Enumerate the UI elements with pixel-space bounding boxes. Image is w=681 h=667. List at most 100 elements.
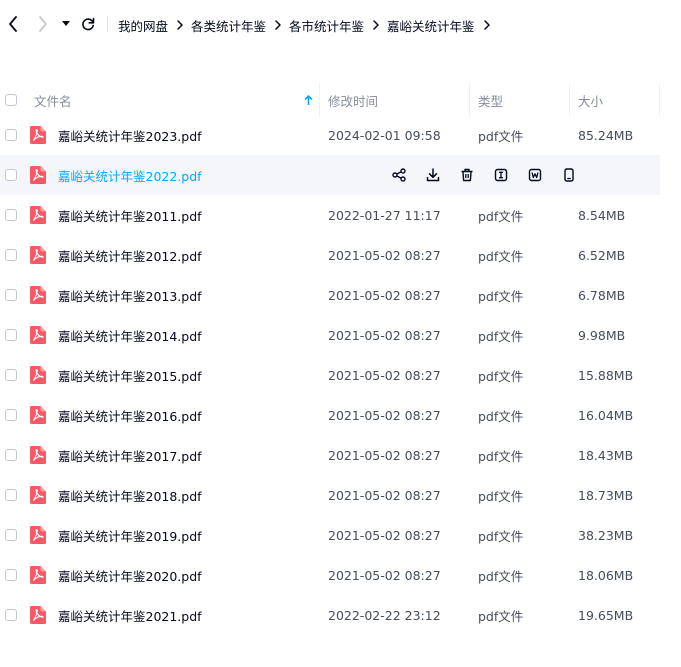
file-row[interactable]: 嘉峪关统计年鉴2011.pdf 2022-01-27 11:17 pdf文件 8.54… <box>0 195 660 235</box>
file-modified-time: 2021-05-02 08:27 <box>328 487 441 503</box>
file-size: 9.98MB <box>578 327 626 343</box>
row-checkbox[interactable] <box>5 395 17 435</box>
row-actions <box>391 155 595 195</box>
file-row[interactable]: 嘉峪关统计年鉴2023.pdf 2024-02-01 09:58 pdf文件 85.2… <box>0 115 660 155</box>
breadcrumb-item[interactable]: 各类统计年鉴 <box>191 16 266 35</box>
file-name[interactable]: 嘉峪关统计年鉴2017.pdf <box>58 435 202 475</box>
chevron-right-icon <box>39 16 47 32</box>
back-button[interactable] <box>6 14 20 34</box>
file-row[interactable]: 嘉峪关统计年鉴2014.pdf 2021-05-02 08:27 pdf文件 9.98… <box>0 315 660 355</box>
file-type: pdf文件 <box>478 448 524 464</box>
file-name[interactable]: 嘉峪关统计年鉴2011.pdf <box>58 195 202 235</box>
chevron-right-icon <box>483 20 490 30</box>
breadcrumb-item[interactable]: 各市统计年鉴 <box>289 16 364 35</box>
file-name[interactable]: 嘉峪关统计年鉴2018.pdf <box>58 475 202 515</box>
column-header-name[interactable]: 文件名 <box>34 84 72 116</box>
file-row[interactable]: 嘉峪关统计年鉴2022.pdf <box>0 155 660 195</box>
row-checkbox[interactable] <box>5 595 17 635</box>
select-all-checkbox[interactable] <box>5 84 17 116</box>
file-size: 18.73MB <box>578 487 634 503</box>
file-name[interactable]: 嘉峪关统计年鉴2016.pdf <box>58 395 202 435</box>
rename-icon[interactable] <box>493 167 509 183</box>
file-row[interactable]: 嘉峪关统计年鉴2020.pdf 2021-05-02 08:27 pdf文件 18.0… <box>0 555 660 595</box>
file-row[interactable]: 嘉峪关统计年鉴2018.pdf 2021-05-02 08:27 pdf文件 18.7… <box>0 475 660 515</box>
pdf-file-icon <box>30 115 46 155</box>
row-checkbox[interactable] <box>5 195 17 235</box>
pdf-file-icon <box>30 595 46 635</box>
chevron-left-icon <box>9 16 17 32</box>
row-checkbox[interactable] <box>5 235 17 275</box>
delete-icon[interactable] <box>459 167 475 183</box>
refresh-button[interactable] <box>80 14 96 34</box>
file-name[interactable]: 嘉峪关统计年鉴2023.pdf <box>58 115 202 155</box>
file-type: pdf文件 <box>478 328 524 344</box>
file-modified-time: 2021-05-02 08:27 <box>328 367 441 383</box>
breadcrumb-item[interactable]: 我的网盘 <box>118 16 168 35</box>
word-convert-icon[interactable] <box>527 167 543 183</box>
column-divider[interactable] <box>319 84 320 116</box>
column-header-size[interactable]: 大小 <box>578 84 603 116</box>
file-type: pdf文件 <box>478 528 524 544</box>
top-bar: 我的网盘 各类统计年鉴 各市统计年鉴 嘉峪关统计年鉴 <box>0 0 681 48</box>
refresh-icon <box>82 17 95 31</box>
file-name[interactable]: 嘉峪关统计年鉴2012.pdf <box>58 235 202 275</box>
file-type: pdf文件 <box>478 488 524 504</box>
row-checkbox[interactable] <box>5 435 17 475</box>
column-header-type[interactable]: 类型 <box>478 84 503 116</box>
file-modified-time: 2021-05-02 08:27 <box>328 247 441 263</box>
file-name[interactable]: 嘉峪关统计年鉴2014.pdf <box>58 315 202 355</box>
row-checkbox[interactable] <box>5 115 17 155</box>
file-name[interactable]: 嘉峪关统计年鉴2019.pdf <box>58 515 202 555</box>
file-name[interactable]: 嘉峪关统计年鉴2022.pdf <box>58 155 202 195</box>
row-checkbox[interactable] <box>5 155 17 195</box>
sort-ascending-icon[interactable] <box>304 84 313 116</box>
pdf-file-icon <box>30 435 46 475</box>
pdf-file-icon <box>30 155 46 195</box>
file-name[interactable]: 嘉峪关统计年鉴2020.pdf <box>58 555 202 595</box>
file-row[interactable]: 嘉峪关统计年鉴2016.pdf 2021-05-02 08:27 pdf文件 16.0… <box>0 395 660 435</box>
toolbar-divider <box>107 16 108 32</box>
file-row[interactable]: 嘉峪关统计年鉴2021.pdf 2022-02-22 23:12 pdf文件 19.6… <box>0 595 660 635</box>
row-checkbox[interactable] <box>5 475 17 515</box>
file-row[interactable]: 嘉峪关统计年鉴2015.pdf 2021-05-02 08:27 pdf文件 15.8… <box>0 355 660 395</box>
history-dropdown[interactable] <box>61 14 71 34</box>
chevron-right-icon <box>275 20 281 30</box>
file-name[interactable]: 嘉峪关统计年鉴2013.pdf <box>58 275 202 315</box>
download-icon[interactable] <box>425 167 441 183</box>
pdf-file-icon <box>30 475 46 515</box>
row-checkbox[interactable] <box>5 515 17 555</box>
row-checkbox[interactable] <box>5 355 17 395</box>
row-checkbox[interactable] <box>5 275 17 315</box>
pdf-file-icon <box>30 195 46 235</box>
forward-button[interactable] <box>36 14 50 34</box>
file-modified-time: 2022-02-22 23:12 <box>328 607 441 623</box>
file-row[interactable]: 嘉峪关统计年鉴2012.pdf 2021-05-02 08:27 pdf文件 6.52… <box>0 235 660 275</box>
column-divider[interactable] <box>569 84 570 116</box>
share-icon[interactable] <box>391 167 407 183</box>
file-row[interactable]: 嘉峪关统计年鉴2017.pdf 2021-05-02 08:27 pdf文件 18.4… <box>0 435 660 475</box>
file-name[interactable]: 嘉峪关统计年鉴2021.pdf <box>58 595 202 635</box>
file-modified-time: 2024-02-01 09:58 <box>328 127 441 143</box>
column-divider[interactable] <box>659 84 660 116</box>
row-checkbox[interactable] <box>5 555 17 595</box>
file-size: 15.88MB <box>578 367 634 383</box>
file-modified-time: 2021-05-02 08:27 <box>328 567 441 583</box>
chevron-right-icon <box>177 20 183 30</box>
file-name[interactable]: 嘉峪关统计年鉴2015.pdf <box>58 355 202 395</box>
file-size: 18.43MB <box>578 447 634 463</box>
file-row[interactable]: 嘉峪关统计年鉴2019.pdf 2021-05-02 08:27 pdf文件 38.2… <box>0 515 660 555</box>
pdf-file-icon <box>30 355 46 395</box>
phone-icon[interactable] <box>561 167 577 183</box>
breadcrumb-item[interactable]: 嘉峪关统计年鉴 <box>387 16 475 35</box>
pdf-file-icon <box>30 395 46 435</box>
file-row[interactable]: 嘉峪关统计年鉴2013.pdf 2021-05-02 08:27 pdf文件 6.78… <box>0 275 660 315</box>
file-type: pdf文件 <box>478 568 524 584</box>
row-checkbox[interactable] <box>5 315 17 355</box>
file-modified-time: 2021-05-02 08:27 <box>328 447 441 463</box>
column-header-time[interactable]: 修改时间 <box>328 84 378 116</box>
caret-down-icon <box>62 21 70 26</box>
file-size: 19.65MB <box>578 607 634 623</box>
file-size: 18.06MB <box>578 567 634 583</box>
column-divider[interactable] <box>469 84 470 116</box>
file-type: pdf文件 <box>478 208 524 224</box>
